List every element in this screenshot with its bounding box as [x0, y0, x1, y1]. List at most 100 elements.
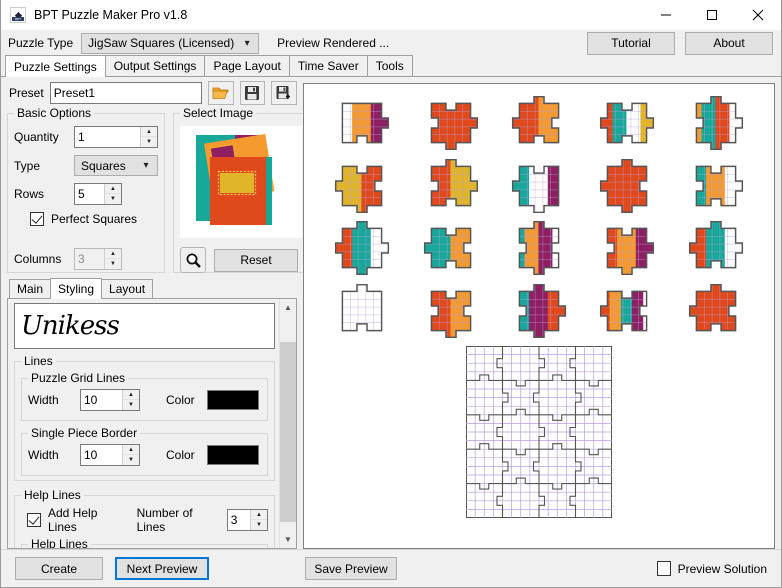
single-piece-width-stepper[interactable]: 10 ▲▼ — [80, 444, 140, 466]
puzzle-piece — [672, 217, 760, 280]
tab-time-saver[interactable]: Time Saver — [289, 55, 368, 76]
folder-open-icon — [212, 85, 230, 101]
main-tabstrip: Puzzle Settings Output Settings Page Lay… — [1, 56, 781, 77]
puzzle-piece — [672, 280, 760, 343]
subtab-styling[interactable]: Styling — [50, 278, 102, 299]
image-thumbnail[interactable] — [180, 126, 302, 238]
save-disk-icon — [244, 85, 260, 101]
columns-arrows: ▲▼ — [104, 249, 121, 269]
puzzle-type-select[interactable]: JigSaw Squares (Licensed) ▾ — [81, 33, 259, 54]
quantity-arrows[interactable]: ▲▼ — [140, 127, 157, 147]
puzzle-grid-lines-legend: Puzzle Grid Lines — [28, 371, 128, 385]
scrollbar-thumb[interactable] — [280, 342, 296, 523]
reset-image-button[interactable]: Reset — [214, 249, 298, 272]
chevron-up-icon[interactable]: ▲ — [123, 445, 139, 455]
puzzle-piece-svg — [688, 283, 744, 339]
single-piece-border-legend: Single Piece Border — [28, 426, 140, 440]
type-row: Type Squares ▾ — [14, 155, 158, 176]
puzzle-grid-width-stepper[interactable]: 10 ▲▼ — [80, 389, 140, 411]
puzzle-piece — [495, 155, 583, 218]
rows-arrows[interactable]: ▲▼ — [104, 184, 121, 204]
scroll-up-icon[interactable]: ▲ — [280, 299, 296, 316]
puzzle-piece-svg — [599, 158, 655, 214]
save-preview-button[interactable]: Save Preview — [305, 557, 397, 580]
help-lines-group: Help Lines Add Help Lines Number of Line… — [14, 495, 275, 548]
chevron-up-icon[interactable]: ▲ — [123, 390, 139, 400]
number-of-lines-stepper[interactable]: 3 ▲▼ — [227, 509, 268, 531]
basic-options-legend: Basic Options — [14, 106, 94, 120]
quantity-stepper[interactable]: 1 ▲▼ — [74, 126, 158, 148]
preview-solution-checkbox[interactable]: Preview Solution — [657, 561, 767, 576]
save-preset-button[interactable] — [240, 81, 266, 105]
single-piece-width-label: Width — [28, 448, 80, 462]
single-piece-color-swatch[interactable] — [207, 445, 259, 465]
chevron-down-icon: ▼ — [105, 259, 121, 269]
puzzle-grid-lines-row: Width 10 ▲▼ Color — [28, 389, 261, 411]
chevron-up-icon[interactable]: ▲ — [141, 127, 157, 137]
puzzle-grid-lines-group: Puzzle Grid Lines Width 10 ▲▼ Color — [21, 378, 268, 421]
main-body: Preset Preset1 — [1, 77, 781, 549]
tab-tools[interactable]: Tools — [367, 55, 413, 76]
save-as-preset-button[interactable] — [271, 81, 297, 105]
rows-row: Rows 5 ▲▼ — [14, 183, 158, 205]
window-controls — [643, 0, 781, 30]
chevron-up-icon[interactable]: ▲ — [105, 184, 121, 194]
puzzle-piece — [495, 217, 583, 280]
magnifier-icon — [185, 252, 202, 269]
type-select[interactable]: Squares ▾ — [74, 155, 158, 176]
app-icon: ◆ BPT — [10, 7, 26, 23]
single-piece-width-arrows[interactable]: ▲▼ — [122, 445, 139, 465]
rows-stepper[interactable]: 5 ▲▼ — [74, 183, 122, 205]
subtab-main[interactable]: Main — [9, 279, 51, 298]
title-bar: ◆ BPT BPT Puzzle Maker Pro v1.8 — [1, 0, 781, 30]
tab-page-layout[interactable]: Page Layout — [204, 55, 289, 76]
font-preview[interactable]: Unikess — [14, 303, 275, 349]
tutorial-button[interactable]: Tutorial — [587, 32, 675, 55]
top-buttons: Tutorial About — [587, 32, 773, 55]
subtab-layout[interactable]: Layout — [101, 279, 153, 298]
minimize-button[interactable] — [643, 0, 689, 30]
number-of-lines-arrows[interactable]: ▲▼ — [250, 510, 267, 530]
puzzle-preview-pane[interactable] — [303, 83, 775, 549]
puzzle-grid-color-swatch[interactable] — [207, 390, 259, 410]
styling-scrollbar[interactable]: ▲ ▼ — [279, 299, 296, 548]
scrollbar-track[interactable] — [280, 316, 296, 531]
next-preview-button[interactable]: Next Preview — [115, 557, 209, 580]
tab-output-settings[interactable]: Output Settings — [105, 55, 206, 76]
puzzle-type-label: Puzzle Type — [8, 36, 73, 50]
scroll-down-icon[interactable]: ▼ — [280, 531, 296, 548]
lines-group: Lines Puzzle Grid Lines Width 10 ▲▼ Colo… — [14, 361, 275, 481]
puzzle-type-value: JigSaw Squares (Licensed) — [88, 36, 234, 50]
columns-value: 3 — [75, 249, 104, 269]
puzzle-piece — [406, 92, 494, 155]
close-button[interactable] — [735, 0, 781, 30]
checkmark-icon — [30, 212, 44, 226]
chevron-up-icon[interactable]: ▲ — [251, 510, 267, 520]
maximize-button[interactable] — [689, 0, 735, 30]
chevron-down-icon[interactable]: ▼ — [123, 400, 139, 410]
puzzle-piece-svg — [511, 220, 567, 276]
help-lines-inner-legend: Help Lines — [28, 537, 91, 548]
open-preset-button[interactable] — [208, 81, 234, 105]
puzzle-grid-width-arrows[interactable]: ▲▼ — [122, 390, 139, 410]
preset-input[interactable]: Preset1 — [50, 82, 202, 104]
about-button[interactable]: About — [685, 32, 773, 55]
puzzle-piece-svg — [334, 158, 390, 214]
chevron-down-icon[interactable]: ▼ — [123, 455, 139, 465]
styling-panel: Unikess Lines Puzzle Grid Lines Width 10… — [7, 299, 297, 549]
tab-puzzle-settings[interactable]: Puzzle Settings — [5, 55, 106, 77]
solution-wrap — [304, 346, 774, 518]
single-piece-border-group: Single Piece Border Width 10 ▲▼ Color — [21, 433, 268, 476]
chevron-down-icon[interactable]: ▼ — [141, 137, 157, 147]
chevron-down-icon[interactable]: ▼ — [105, 194, 121, 204]
type-label: Type — [14, 159, 74, 173]
perfect-squares-checkbox[interactable]: Perfect Squares — [30, 212, 158, 226]
create-button[interactable]: Create — [15, 557, 103, 580]
select-image-legend: Select Image — [180, 106, 256, 120]
chevron-down-icon[interactable]: ▼ — [251, 520, 267, 530]
styling-panel-content: Unikess Lines Puzzle Grid Lines Width 10… — [8, 299, 279, 548]
add-help-lines-checkbox[interactable]: Add Help Lines — [27, 506, 123, 534]
zoom-image-button[interactable] — [180, 247, 206, 273]
puzzle-pieces-grid — [304, 84, 774, 342]
puzzle-piece-svg — [423, 95, 479, 151]
